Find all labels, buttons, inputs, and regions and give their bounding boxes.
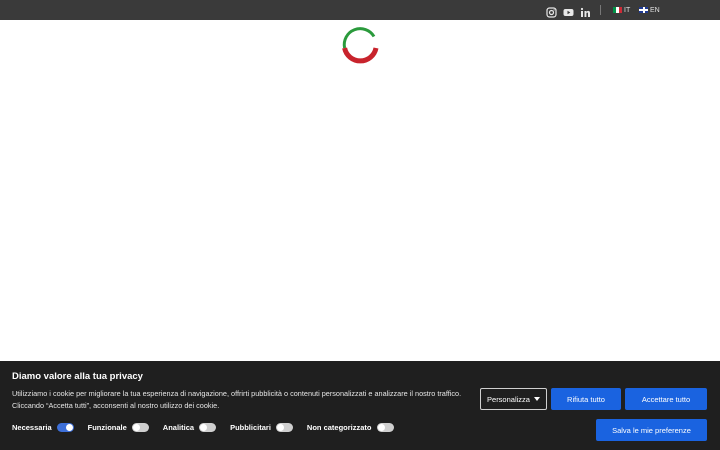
category-non-categorizzato: Non categorizzato — [306, 422, 394, 432]
toggle-knob — [276, 423, 284, 431]
toggle-necessaria[interactable] — [56, 422, 74, 432]
caret-down-icon — [533, 397, 540, 401]
category-pubblicitari: Pubblicitari — [230, 422, 293, 432]
category-label: Necessaria — [12, 422, 52, 432]
toggle-analitica[interactable] — [199, 422, 217, 432]
toggle-non-categorizzato[interactable] — [376, 422, 394, 432]
customize-button-label: Personalizza — [487, 394, 530, 404]
loading-spinner — [341, 26, 379, 64]
linkedin-icon[interactable] — [580, 5, 591, 17]
customize-button[interactable]: Personalizza — [480, 388, 547, 410]
accept-all-button[interactable]: Accettare tutto — [625, 388, 707, 410]
cookie-banner-text: Utilizziamo i cookie per migliorare la t… — [12, 389, 462, 410]
top-bar: IT EN — [0, 0, 720, 20]
language-it[interactable]: IT — [613, 0, 630, 20]
category-analitica: Analitica — [162, 422, 217, 432]
youtube-icon[interactable] — [563, 5, 574, 16]
uk-flag-icon — [639, 7, 648, 13]
toggle-knob — [200, 423, 208, 431]
reject-all-button[interactable]: Rifiuta tutto — [551, 388, 621, 410]
instagram-icon[interactable] — [546, 5, 557, 18]
topbar-divider — [600, 5, 601, 15]
toggle-pubblicitari[interactable] — [275, 422, 293, 432]
language-en-label: EN — [650, 6, 660, 14]
toggle-knob — [132, 423, 140, 431]
cookie-banner-title: Diamo valore alla tua privacy — [12, 371, 143, 382]
category-label: Non categorizzato — [306, 422, 372, 432]
category-necessaria: Necessaria — [12, 422, 74, 432]
language-it-label: IT — [624, 6, 631, 14]
toggle-funzionale[interactable] — [131, 422, 149, 432]
category-label: Pubblicitari — [230, 422, 271, 432]
social-links — [546, 0, 595, 20]
toggle-knob — [377, 423, 385, 431]
category-label: Analitica — [162, 422, 195, 432]
italy-flag-icon — [613, 7, 622, 13]
toggle-knob — [65, 423, 73, 431]
save-preferences-button[interactable]: Salva le mie preferenze — [596, 419, 707, 441]
cookie-categories: Necessaria Funzionale Analitica Pubblici… — [12, 421, 408, 433]
category-funzionale: Funzionale — [87, 422, 149, 432]
category-label: Funzionale — [87, 422, 127, 432]
language-en[interactable]: EN — [639, 0, 660, 20]
